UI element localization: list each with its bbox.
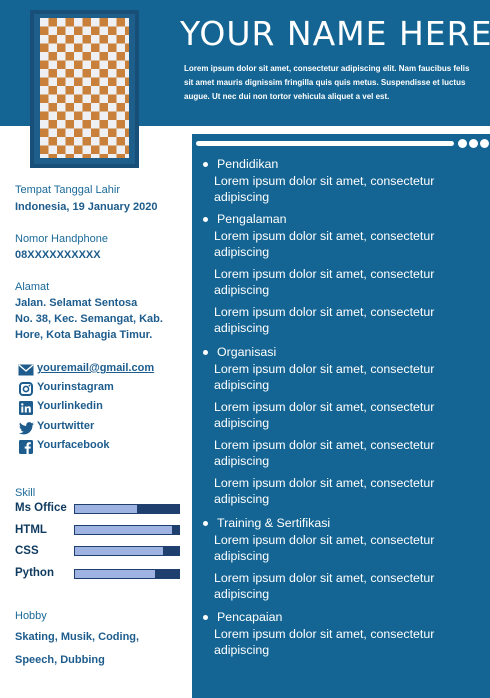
section-entry: Lorem ipsum dolor sit amet, consectetur …: [214, 571, 435, 601]
section-training: Training & Sertifikasi Lorem ipsum dolor…: [201, 516, 471, 602]
bullet-icon: [203, 350, 208, 355]
section-organisasi: Organisasi Lorem ipsum dolor sit amet, c…: [201, 345, 471, 507]
section-entry: Lorem ipsum dolor sit amet, consectetur …: [214, 476, 435, 506]
phone-value: 08XXXXXXXXXX: [15, 249, 101, 261]
section-title: Training & Sertifikasi: [217, 516, 331, 530]
hobby-line: Speech, Dubbing: [15, 654, 105, 666]
section-title: Pendidikan: [217, 157, 279, 171]
instagram-link[interactable]: Yourinstagram: [37, 381, 114, 393]
facebook-link[interactable]: Yourfacebook: [37, 439, 110, 451]
skill-name: Ms Office: [15, 502, 67, 514]
bullet-icon: [203, 217, 208, 222]
section-pencapaian: Pencapaian Lorem ipsum dolor sit amet, c…: [201, 610, 471, 658]
contact-twitter[interactable]: [18, 420, 34, 436]
section-title: Organisasi: [217, 345, 277, 359]
contact-email[interactable]: [18, 362, 34, 378]
skill-fill: [75, 526, 172, 534]
skill-name: HTML: [15, 524, 47, 536]
section-entry: Lorem ipsum dolor sit amet, consectetur …: [214, 438, 435, 468]
decorative-dots: [458, 139, 489, 149]
contact-instagram[interactable]: [18, 381, 34, 397]
skill-fill: [75, 505, 137, 513]
hobby-line: Skating, Musik, Coding,: [15, 631, 140, 643]
skill-label: Skill: [15, 487, 36, 499]
section-entry: Lorem ipsum dolor sit amet, consectetur …: [214, 627, 435, 657]
contact-linkedin[interactable]: [18, 400, 34, 416]
section-entry: Lorem ipsum dolor sit amet, consectetur …: [214, 400, 435, 430]
skill-bar: [74, 525, 180, 535]
twitter-link[interactable]: Yourtwitter: [37, 420, 94, 432]
section-pengalaman: Pengalaman Lorem ipsum dolor sit amet, c…: [201, 212, 471, 336]
address-line: Jalan. Selamat Sentosa: [15, 297, 138, 309]
section-entry: Lorem ipsum dolor sit amet, consectetur …: [214, 229, 435, 259]
bullet-icon: [203, 162, 208, 167]
email-link[interactable]: youremail@gmail.com: [37, 362, 154, 374]
mail-icon: [18, 362, 34, 378]
twitter-icon: [18, 420, 34, 436]
section-entry: Lorem ipsum dolor sit amet, consectetur …: [214, 305, 435, 335]
divider-line: [196, 141, 454, 146]
linkedin-link[interactable]: Yourlinkedin: [37, 400, 103, 412]
birth-value: Indonesia, 19 January 2020: [15, 201, 158, 213]
section-title: Pencapaian: [217, 610, 283, 624]
instagram-icon: [18, 381, 34, 397]
name-title: YOUR NAME HERE: [180, 14, 490, 53]
profile-photo-frame: [30, 10, 139, 168]
address-line: Hore, Kota Bahagia Timur.: [15, 329, 153, 341]
skill-bar: [74, 504, 180, 514]
birth-label: Tempat Tanggal Lahir: [15, 184, 120, 196]
address-line: No. 38, Kec. Semangat, Kab.: [15, 313, 163, 325]
intro-text: Lorem ipsum dolor sit amet, consectetur …: [184, 64, 470, 101]
dot-icon: [469, 139, 478, 148]
skill-fill: [75, 547, 164, 555]
dot-icon: [458, 139, 467, 148]
skill-fill: [75, 570, 155, 578]
skill-name: Python: [15, 567, 54, 579]
bullet-icon: [203, 615, 208, 620]
bullet-icon: [203, 521, 208, 526]
dot-icon: [480, 139, 489, 148]
skill-name: CSS: [15, 545, 39, 557]
section-entry: Lorem ipsum dolor sit amet, consectetur …: [214, 362, 435, 392]
contact-facebook[interactable]: [18, 439, 34, 455]
section-entry: Lorem ipsum dolor sit amet, consectetur …: [214, 174, 435, 204]
profile-photo: [40, 18, 129, 158]
skill-bar: [74, 569, 180, 579]
address-label: Alamat: [15, 281, 50, 293]
section-pendidikan: Pendidikan Lorem ipsum dolor sit amet, c…: [201, 157, 471, 205]
linkedin-icon: [18, 400, 34, 416]
hobby-label: Hobby: [15, 610, 47, 622]
skill-bar: [74, 546, 180, 556]
section-title: Pengalaman: [217, 212, 287, 226]
section-entry: Lorem ipsum dolor sit amet, consectetur …: [214, 533, 435, 563]
section-entry: Lorem ipsum dolor sit amet, consectetur …: [214, 267, 435, 297]
phone-label: Nomor Handphone: [15, 233, 108, 245]
facebook-icon: [18, 439, 34, 455]
